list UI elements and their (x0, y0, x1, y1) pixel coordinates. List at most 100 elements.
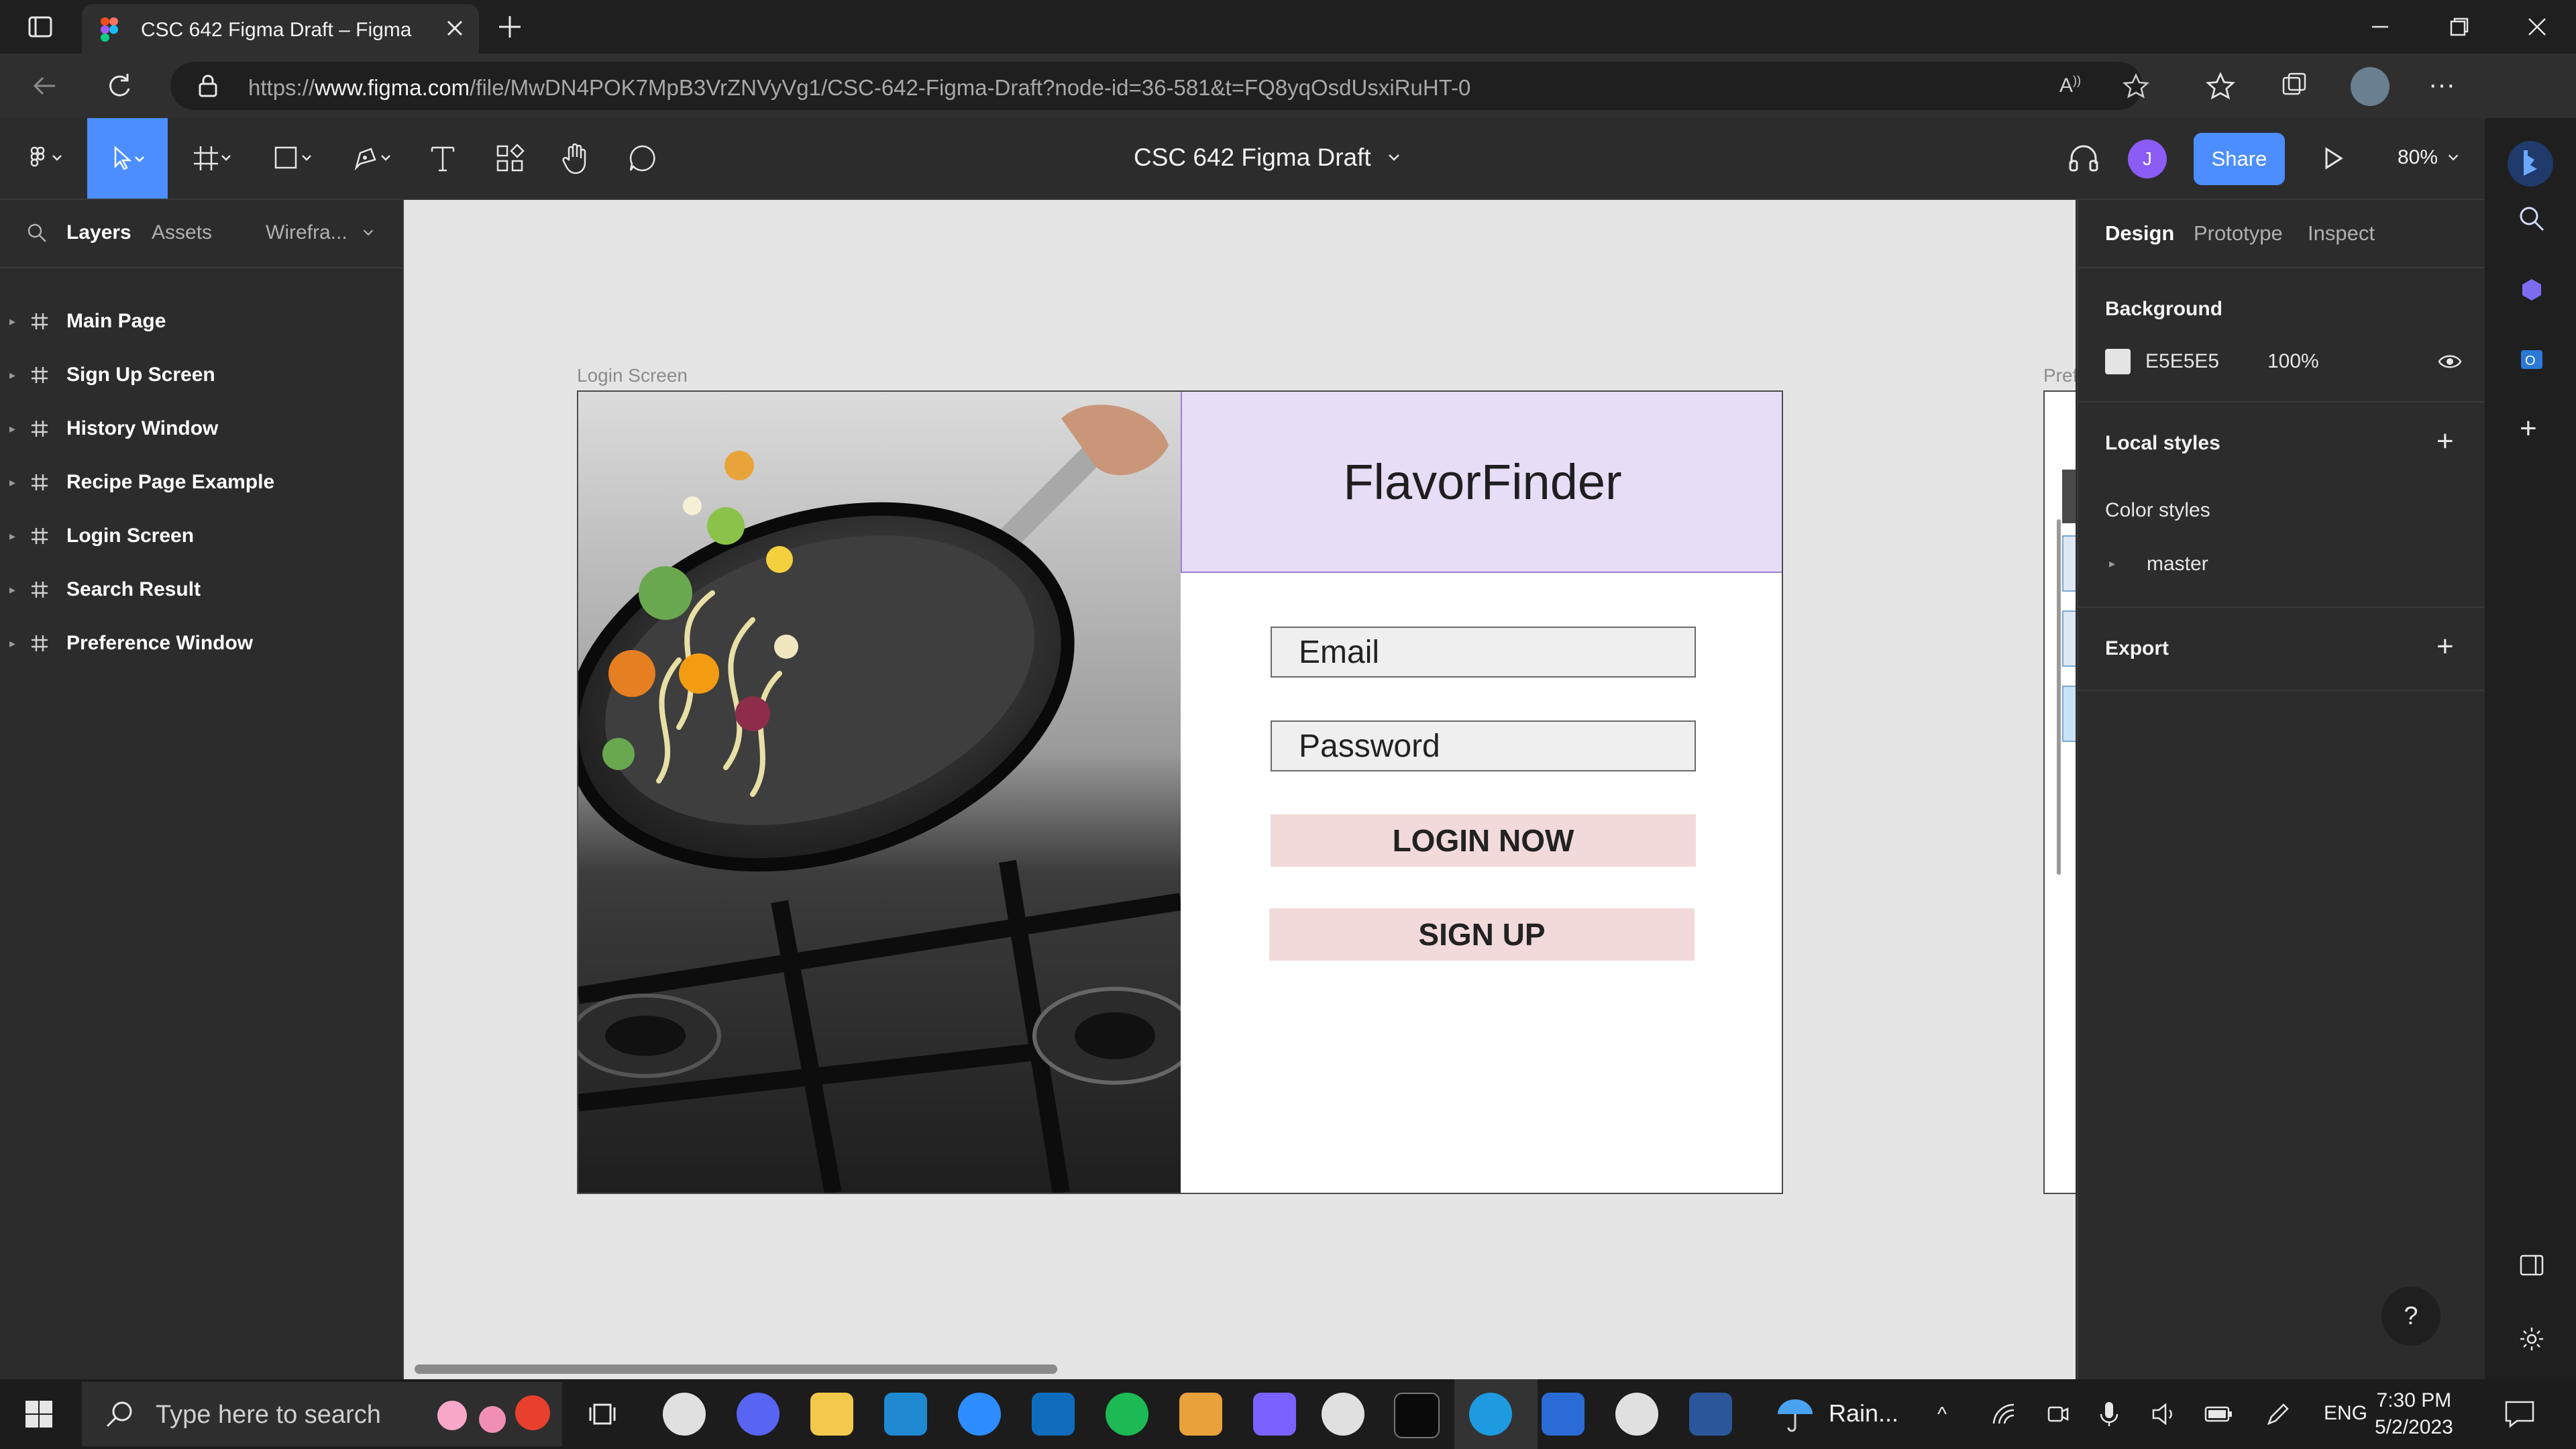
sign-up-button[interactable]: SIGN UP (1269, 908, 1695, 961)
frame-tool-icon[interactable] (182, 118, 243, 199)
caret-right-icon[interactable]: ▸ (9, 368, 15, 382)
edge-bing-icon[interactable] (2506, 140, 2555, 188)
lock-icon[interactable] (197, 74, 219, 98)
chevron-up-icon[interactable]: ^ (1937, 1403, 1947, 1426)
layer-sign-up-screen[interactable]: ▸ Sign Up Screen (0, 348, 402, 402)
search-icon[interactable] (27, 223, 47, 243)
camera-icon[interactable] (2046, 1402, 2070, 1426)
battery-icon[interactable] (2204, 1403, 2234, 1425)
new-tab-icon[interactable] (496, 13, 523, 40)
language-indicator[interactable]: ENG (2324, 1402, 2367, 1425)
chrome-app-icon[interactable] (1615, 1393, 1658, 1436)
pen-icon[interactable] (2265, 1401, 2292, 1428)
tab-prototype[interactable]: Prototype (2194, 221, 2283, 246)
refresh-icon[interactable] (105, 71, 134, 101)
audio-chat-icon[interactable] (2068, 144, 2100, 173)
move-tool-button[interactable] (87, 118, 168, 199)
shape-tool-icon[interactable] (263, 118, 323, 199)
chrome-app-icon[interactable] (663, 1393, 706, 1436)
text-tool-icon[interactable] (416, 118, 470, 199)
clock[interactable]: 7:30 PM 5/2/2023 (2375, 1387, 2453, 1441)
more-options-icon[interactable]: ··· (2428, 70, 2455, 100)
background-hex-input[interactable]: E5E5E5 (2145, 350, 2219, 373)
edge-app-icon[interactable] (1469, 1393, 1512, 1436)
collaborator-avatar[interactable]: J (2128, 140, 2167, 178)
layer-login-screen[interactable]: ▸ Login Screen (0, 509, 402, 563)
comment-tool-icon[interactable] (616, 118, 669, 199)
spotify-app-icon[interactable] (1106, 1393, 1148, 1436)
design-canvas[interactable]: Login Screen FlavorFinder Email Password… (404, 200, 2076, 1379)
login-screen-frame[interactable]: FlavorFinder Email Password LOGIN NOW SI… (577, 390, 1783, 1194)
outlook-app-icon[interactable] (1032, 1393, 1075, 1436)
background-swatch[interactable] (2105, 349, 2131, 374)
settings-gear-icon[interactable] (2518, 1326, 2545, 1352)
pen-tool-icon[interactable] (342, 118, 402, 199)
file-title-menu[interactable]: CSC 642 Figma Draft (1134, 144, 1402, 172)
profile-avatar[interactable] (2351, 67, 2390, 106)
outlook-icon[interactable]: O (2518, 346, 2545, 373)
caret-right-icon[interactable]: ▸ (9, 422, 15, 436)
present-play-icon[interactable] (2320, 145, 2347, 172)
copilot-icon[interactable] (2518, 276, 2545, 303)
figma-menu-icon[interactable] (16, 118, 76, 199)
discord-app-icon[interactable] (737, 1393, 780, 1436)
close-window-icon[interactable] (2525, 15, 2549, 39)
notifications-icon[interactable] (2504, 1399, 2536, 1429)
login-now-button[interactable]: LOGIN NOW (1271, 814, 1696, 867)
chevron-down-icon[interactable] (361, 225, 376, 240)
vscode-app-icon[interactable] (884, 1393, 927, 1436)
horizontal-scrollbar[interactable] (415, 1364, 1057, 1374)
app-icon[interactable] (1253, 1393, 1296, 1436)
layer-recipe-page-example[interactable]: ▸ Recipe Page Example (0, 455, 402, 509)
taskbar-search-box[interactable]: Type here to search (82, 1382, 562, 1446)
zoom-app-icon[interactable] (958, 1393, 1001, 1436)
browser-tab[interactable]: CSC 642 Figma Draft – Figma (82, 4, 479, 54)
layer-history-window[interactable]: ▸ History Window (0, 402, 402, 455)
caret-right-icon[interactable]: ▸ (9, 529, 15, 543)
snipping-app-icon[interactable] (1179, 1393, 1222, 1436)
layer-preference-window[interactable]: ▸ Preference Window (0, 616, 402, 670)
caret-right-icon[interactable]: ▸ (9, 637, 15, 651)
sidebar-layout-icon[interactable] (2518, 1252, 2545, 1279)
page-selector[interactable]: Wirefra... (266, 221, 347, 244)
close-tab-icon[interactable] (444, 17, 466, 39)
photos-app-icon[interactable] (1542, 1393, 1585, 1436)
chrome-profile-app-icon[interactable] (1322, 1393, 1364, 1436)
microphone-icon[interactable] (2098, 1401, 2120, 1428)
preference-window-frame[interactable] (2043, 390, 2076, 1194)
caret-right-icon[interactable]: ▸ (9, 583, 15, 597)
tab-inspect[interactable]: Inspect (2308, 221, 2375, 246)
add-sidebar-app-icon[interactable]: + (2520, 412, 2537, 445)
volume-icon[interactable] (2151, 1402, 2178, 1426)
email-field[interactable]: Email (1271, 627, 1696, 678)
word-app-icon[interactable] (1689, 1393, 1732, 1436)
add-style-icon[interactable]: + (2436, 427, 2454, 456)
tab-actions-icon[interactable] (27, 13, 54, 40)
add-favorite-icon[interactable] (2123, 72, 2149, 99)
url-field[interactable]: https://www.figma.com/file/MwDN4POK7MpB3… (170, 62, 2149, 110)
file-explorer-icon[interactable] (810, 1393, 853, 1436)
eye-icon[interactable] (2438, 352, 2462, 372)
tab-design[interactable]: Design (2105, 221, 2174, 246)
background-opacity-input[interactable]: 100% (2267, 350, 2319, 373)
caret-right-icon[interactable]: ▸ (2109, 557, 2115, 571)
tab-assets[interactable]: Assets (152, 221, 212, 244)
layer-main-page[interactable]: ▸ Main Page (0, 294, 402, 348)
restore-icon[interactable] (2447, 15, 2471, 39)
hand-tool-icon[interactable] (549, 118, 602, 199)
weather-label[interactable]: Rain... (1829, 1399, 1898, 1428)
password-field[interactable]: Password (1271, 720, 1696, 771)
share-button[interactable]: Share (2194, 133, 2285, 185)
search-icon[interactable] (2518, 205, 2545, 232)
caret-right-icon[interactable]: ▸ (9, 315, 15, 329)
windows-start-icon[interactable] (24, 1399, 54, 1429)
read-aloud-icon[interactable]: A)) (2059, 74, 2081, 97)
back-icon[interactable] (30, 71, 59, 101)
favorites-icon[interactable] (2206, 71, 2235, 101)
style-group-master[interactable]: master (2147, 553, 2208, 576)
zoom-menu[interactable]: 80% (2398, 146, 2461, 169)
terminal-app-icon[interactable] (1394, 1393, 1440, 1438)
layer-search-result[interactable]: ▸ Search Result (0, 563, 402, 616)
frame-label[interactable]: Login Screen (577, 365, 688, 386)
caret-right-icon[interactable]: ▸ (9, 476, 15, 490)
